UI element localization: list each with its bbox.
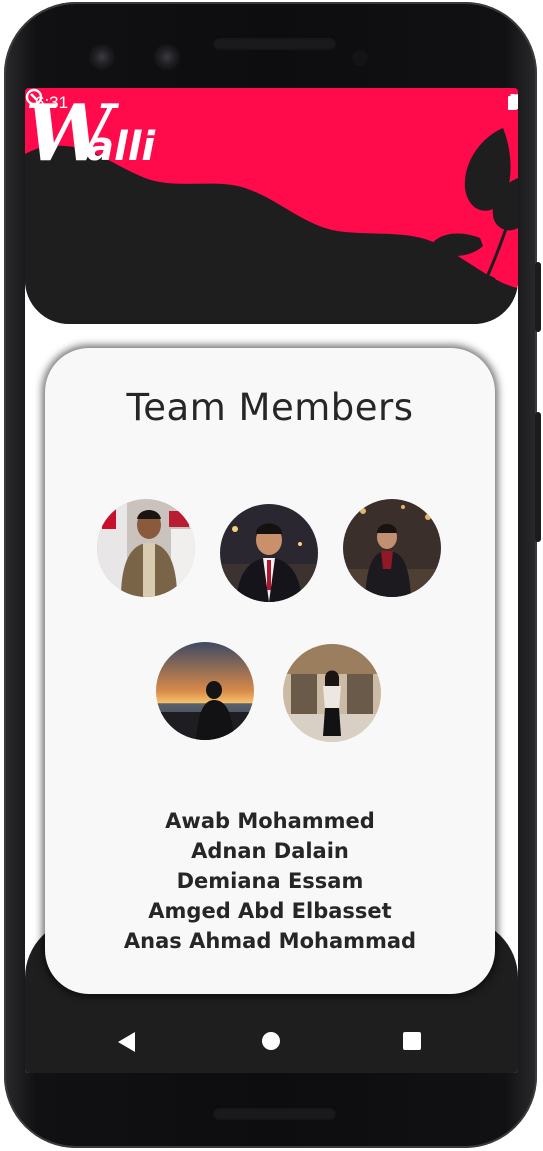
app-header: 6:31 W alli xyxy=(25,88,518,324)
recents-icon[interactable] xyxy=(402,1031,422,1051)
svg-text:alli: alli xyxy=(87,124,156,170)
member-name: Anas Ahmad Mohammad xyxy=(123,929,417,953)
proximity-sensor xyxy=(352,50,368,66)
member-avatar-2[interactable] xyxy=(220,504,318,602)
member-avatar-4[interactable] xyxy=(156,642,254,740)
front-camera-1 xyxy=(89,44,115,70)
member-name: Demiana Essam xyxy=(176,869,364,893)
member-avatar-5[interactable] xyxy=(283,644,381,742)
member-names-list: Awab Mohammed Adnan Dalain Demiana Essam… xyxy=(45,806,495,956)
member-name: Adnan Dalain xyxy=(191,839,349,863)
earpiece-speaker xyxy=(212,36,337,50)
screen: 6:31 W alli Team Members Awab Mohammed A… xyxy=(25,88,518,1073)
member-avatar-1[interactable] xyxy=(97,499,195,597)
team-card: Team Members Awab Mohammed Adnan Dalain … xyxy=(45,348,495,994)
system-navigation-bar xyxy=(25,1013,518,1073)
app-logo: W alli xyxy=(25,88,156,178)
volume-button xyxy=(535,412,541,542)
member-name: Awab Mohammed xyxy=(165,809,375,833)
bottom-speaker xyxy=(212,1106,337,1120)
back-icon[interactable] xyxy=(117,1031,137,1053)
battery-icon xyxy=(508,94,517,110)
power-button xyxy=(535,262,541,332)
home-icon[interactable] xyxy=(261,1031,281,1051)
member-name: Amged Abd Elbasset xyxy=(148,899,392,923)
front-camera-2 xyxy=(154,44,180,70)
team-title: Team Members xyxy=(126,386,414,429)
member-avatar-3[interactable] xyxy=(343,499,441,597)
